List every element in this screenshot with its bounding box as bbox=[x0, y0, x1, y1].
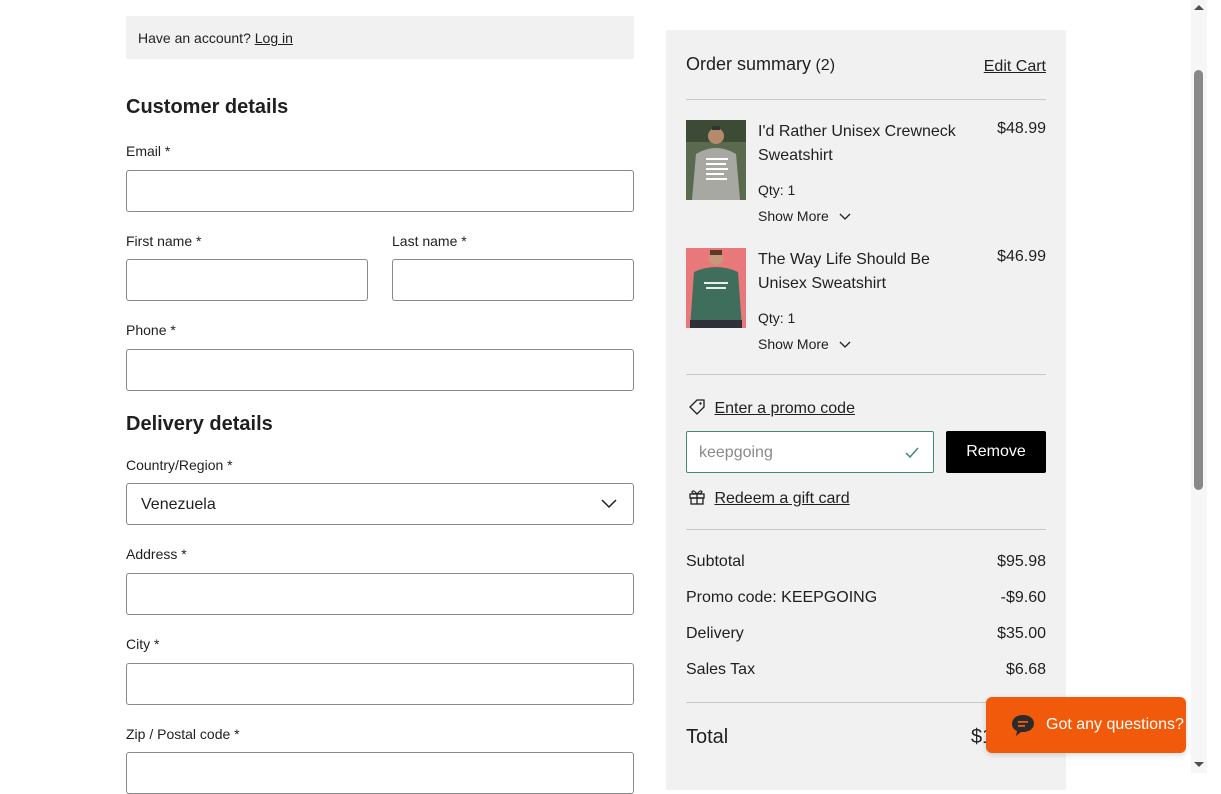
sales-tax-label: Sales Tax bbox=[686, 661, 756, 678]
promo-code-toggle[interactable]: Enter a promo code bbox=[688, 398, 855, 418]
checkmark-icon bbox=[905, 447, 919, 459]
gift-card-link[interactable]: Redeem a gift card bbox=[714, 490, 849, 507]
item-thumbnail[interactable] bbox=[686, 248, 746, 328]
first-name-label: First name * bbox=[126, 233, 202, 249]
subtotal-value: $95.98 bbox=[997, 553, 1046, 570]
order-summary-title: Order summary bbox=[686, 54, 812, 74]
address-field[interactable] bbox=[126, 573, 634, 615]
zip-field[interactable] bbox=[126, 752, 634, 794]
gift-card-toggle[interactable]: Redeem a gift card bbox=[688, 488, 850, 508]
promo-code-value: keepgoing bbox=[699, 444, 773, 461]
email-label: Email * bbox=[126, 143, 171, 159]
first-name-field[interactable] bbox=[126, 259, 368, 301]
customer-details-title: Customer details bbox=[126, 96, 289, 118]
country-value: Venezuela bbox=[141, 496, 216, 513]
scroll-down-arrow-icon[interactable] bbox=[1191, 758, 1207, 770]
chevron-down-icon bbox=[601, 499, 617, 509]
item-thumbnail[interactable] bbox=[686, 120, 746, 200]
product-image bbox=[686, 120, 746, 200]
zip-label: Zip / Postal code * bbox=[126, 726, 240, 742]
chevron-down-icon bbox=[839, 213, 851, 220]
country-label: Country/Region * bbox=[126, 457, 233, 473]
edit-cart-link[interactable]: Edit Cart bbox=[984, 58, 1046, 76]
email-field[interactable] bbox=[126, 170, 634, 212]
delivery-label: Delivery bbox=[686, 625, 744, 642]
promo-row-label: Promo code: KEEPGOING bbox=[686, 589, 878, 606]
promo-code-link[interactable]: Enter a promo code bbox=[714, 400, 855, 417]
promo-row-value: -$9.60 bbox=[1000, 589, 1046, 606]
show-more-toggle[interactable]: Show More bbox=[758, 208, 851, 224]
city-label: City * bbox=[126, 636, 160, 652]
divider bbox=[686, 374, 1046, 375]
remove-promo-button[interactable]: Remove bbox=[946, 431, 1046, 473]
order-summary-panel: Order summary (2) Edit Cart I'd Rather U… bbox=[666, 30, 1066, 790]
address-label: Address * bbox=[126, 546, 187, 562]
chat-widget-button[interactable]: Got any questions? bbox=[986, 697, 1186, 753]
delivery-value: $35.00 bbox=[997, 625, 1046, 642]
order-summary-header: Order summary (2) Edit Cart bbox=[686, 54, 1046, 75]
show-more-label: Show More bbox=[758, 336, 829, 352]
phone-field[interactable] bbox=[126, 349, 634, 391]
login-banner: Have an account? Log in bbox=[126, 16, 634, 59]
item-name: I'd Rather Unisex Crewneck Sweatshirt bbox=[758, 123, 956, 164]
scroll-up-arrow-icon[interactable] bbox=[1191, 2, 1207, 14]
show-more-label: Show More bbox=[758, 208, 829, 224]
last-name-field[interactable] bbox=[392, 259, 634, 301]
item-name: The Way Life Should Be Unisex Sweatshirt bbox=[758, 251, 930, 292]
item-qty: Qty: 1 bbox=[758, 310, 796, 326]
login-link[interactable]: Log in bbox=[255, 30, 293, 46]
product-image bbox=[686, 248, 746, 328]
city-field[interactable] bbox=[126, 663, 634, 705]
sales-tax-value: $6.68 bbox=[1005, 661, 1046, 678]
subtotal-label: Subtotal bbox=[686, 553, 745, 570]
login-prompt-text: Have an account? bbox=[138, 30, 251, 46]
promo-code-input[interactable]: keepgoing bbox=[686, 431, 934, 473]
chat-widget-label: Got any questions? bbox=[1046, 716, 1184, 733]
item-price: $46.99 bbox=[997, 248, 1046, 265]
order-count: (2) bbox=[815, 57, 836, 74]
last-name-label: Last name * bbox=[392, 233, 467, 249]
chevron-down-icon bbox=[839, 341, 851, 348]
gift-icon bbox=[689, 490, 705, 505]
scrollbar-thumb[interactable] bbox=[1194, 70, 1203, 490]
divider bbox=[686, 99, 1046, 100]
item-qty: Qty: 1 bbox=[758, 182, 796, 198]
item-price: $48.99 bbox=[997, 120, 1046, 137]
divider bbox=[686, 529, 1046, 530]
show-more-toggle[interactable]: Show More bbox=[758, 336, 851, 352]
chat-bubble-icon bbox=[1012, 715, 1034, 736]
phone-label: Phone * bbox=[126, 322, 176, 338]
total-label: Total bbox=[686, 726, 729, 748]
delivery-details-title: Delivery details bbox=[126, 413, 273, 435]
country-select[interactable]: Venezuela bbox=[126, 483, 634, 525]
tag-icon bbox=[689, 399, 705, 415]
login-prompt: Have an account? Log in bbox=[138, 30, 293, 46]
